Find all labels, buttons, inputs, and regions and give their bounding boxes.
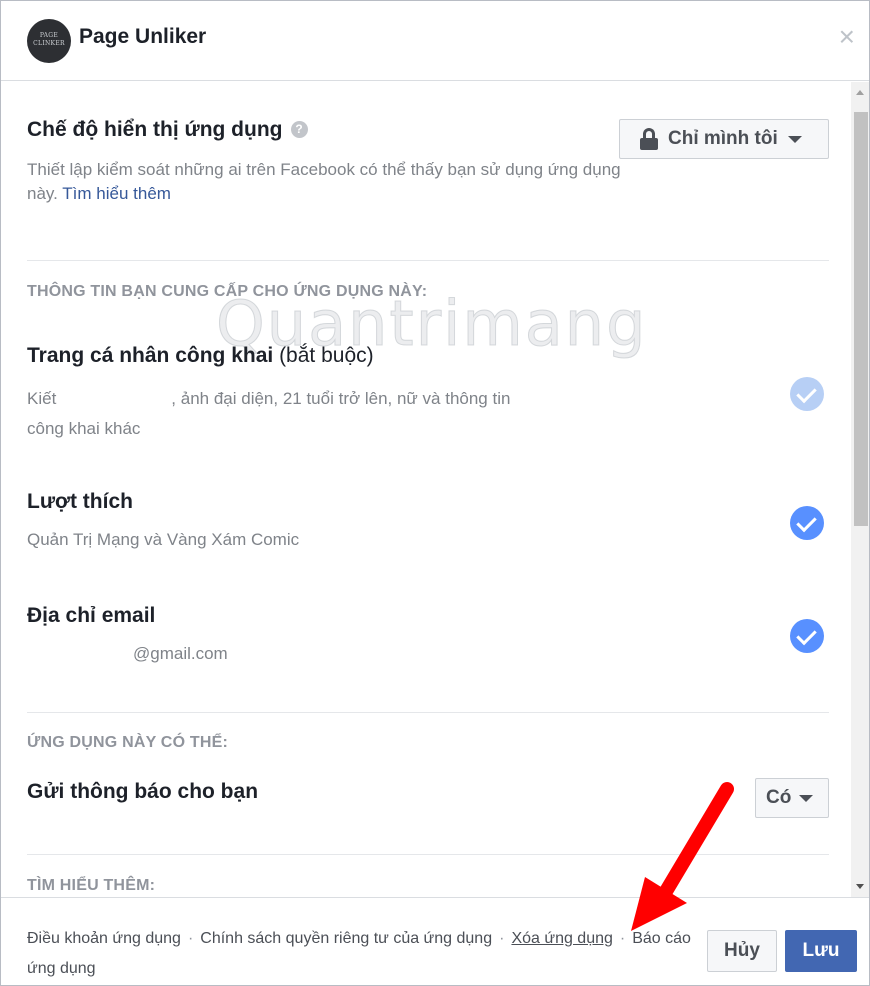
visibility-heading-text: Chế độ hiển thị ứng dụng xyxy=(27,118,283,141)
likes-title: Lượt thích xyxy=(27,490,133,513)
dialog-footer: Điều khoản ứng dụng · Chính sách quyền riê… xyxy=(1,897,869,985)
app-title: Page Unliker xyxy=(79,25,207,48)
remove-app-link[interactable]: Xóa ứng dụng xyxy=(511,930,612,947)
public-profile-detail: Kiết , ảnh đại diện, 21 tuổi trở lên, nữ … xyxy=(27,384,627,444)
scroll-up-icon[interactable] xyxy=(856,90,864,95)
scrollbar-thumb[interactable] xyxy=(854,112,868,526)
notify-value: Có xyxy=(766,787,792,808)
dialog-content: Quantrimang Chế độ hiển thị ứng dụng? Th… xyxy=(1,82,851,897)
privacy-policy-link[interactable]: Chính sách quyền riêng tư của ứng dụng xyxy=(200,930,492,947)
app-settings-dialog: PAGE CLINKER Page Unliker × Quantrimang … xyxy=(0,0,870,986)
check-icon xyxy=(790,377,824,411)
divider xyxy=(27,854,829,855)
terms-link[interactable]: Điều khoản ứng dụng xyxy=(27,930,181,947)
visibility-description: Thiết lập kiểm soát những ai trên Facebo… xyxy=(27,158,627,206)
public-profile-detail-line2: công khai khác xyxy=(27,419,141,438)
permissions-section-heading: ỨNG DỤNG NÀY CÓ THỂ: xyxy=(27,734,228,751)
likes-detail: Quản Trị Mạng và Vàng Xám Comic xyxy=(27,530,300,549)
notify-selector[interactable]: Có xyxy=(755,778,829,818)
public-profile-detail-start: Kiết xyxy=(27,389,57,408)
required-label: (bắt buộc) xyxy=(279,344,374,367)
separator: · xyxy=(187,930,194,947)
learn-more-section-heading: TÌM HIỂU THÊM: xyxy=(27,877,156,894)
lock-icon xyxy=(640,128,658,150)
scroll-down-icon[interactable] xyxy=(856,884,864,889)
app-logo: PAGE CLINKER xyxy=(27,19,71,63)
check-icon[interactable] xyxy=(790,506,824,540)
chevron-down-icon xyxy=(799,794,814,802)
footer-links: Điều khoản ứng dụng · Chính sách quyền riê… xyxy=(27,924,697,984)
separator: · xyxy=(619,930,626,947)
email-title: Địa chỉ email xyxy=(27,604,156,627)
email-detail: @gmail.com xyxy=(133,644,228,663)
public-profile-title: Trang cá nhân công khai (bắt buộc) xyxy=(27,344,374,368)
notify-label: Gửi thông báo cho bạn xyxy=(27,780,259,803)
divider xyxy=(27,712,829,713)
audience-value: Chỉ mình tôi xyxy=(668,128,778,149)
public-profile-title-text: Trang cá nhân công khai xyxy=(27,344,274,367)
public-profile-detail-end: , ảnh đại diện, 21 tuổi trở lên, nữ và t… xyxy=(171,389,511,408)
info-section-heading: THÔNG TIN BẠN CUNG CẤP CHO ỨNG DỤNG NÀY: xyxy=(27,283,428,300)
check-icon[interactable] xyxy=(790,619,824,653)
dialog-header: PAGE CLINKER Page Unliker × xyxy=(1,1,869,81)
chevron-down-icon xyxy=(787,135,802,143)
help-icon[interactable]: ? xyxy=(290,121,308,138)
audience-selector[interactable]: Chỉ mình tôi xyxy=(619,119,829,159)
visibility-heading: Chế độ hiển thị ứng dụng? xyxy=(27,118,308,142)
cancel-button[interactable]: Hủy xyxy=(707,930,777,972)
divider xyxy=(27,260,829,261)
scrollbar[interactable] xyxy=(851,82,869,897)
close-icon[interactable]: × xyxy=(839,23,855,51)
save-button[interactable]: Lưu xyxy=(785,930,857,972)
learn-more-link[interactable]: Tìm hiểu thêm xyxy=(62,184,171,203)
separator: · xyxy=(499,930,505,947)
